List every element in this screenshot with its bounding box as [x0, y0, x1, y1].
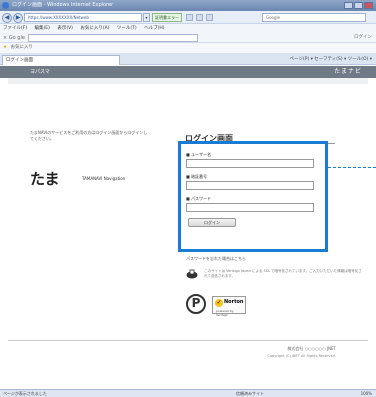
url-dropdown-button[interactable]: ▾: [143, 13, 150, 22]
menu-help[interactable]: ヘルプ(H): [144, 26, 164, 31]
ssl-lock-icon: [186, 269, 198, 279]
zoom-level[interactable]: 100%: [361, 390, 372, 397]
ssl-notice: このサイトは Verisign Japan による SSL で暗号化されています…: [204, 269, 362, 278]
intro-text: たまNAVIのサービスをご利用の方はログイン画面からログインしてください。: [30, 130, 148, 141]
norton-seal[interactable]: ✓ Norton powered by VeriSign: [212, 296, 246, 317]
window-titlebar: ログイン画面 - Windows Internet Explorer: [0, 0, 376, 11]
tab-bar: ログイン画面 ページ(P) ▾ セーフティ(S) ▾ ツール(O) ▾: [0, 53, 376, 65]
callout-dashed-line: [328, 167, 376, 168]
window-title: ログイン画面 - Windows Internet Explorer: [12, 2, 114, 8]
menu-view[interactable]: 表示(V): [57, 26, 73, 31]
favorites-bar: ★ お気に入り: [0, 43, 376, 53]
menu-tools[interactable]: ツール(T): [117, 26, 137, 31]
content-top-band: [8, 78, 368, 84]
password-label: ■ パスワード: [186, 196, 212, 201]
logo-brand-en: TAMANAVI Navigation: [82, 176, 126, 181]
security-zone: 信頼済みサイト: [236, 391, 264, 396]
login-button[interactable]: ログイン: [188, 218, 236, 227]
header-brand: たまナビ: [334, 68, 362, 75]
menu-favorites[interactable]: お気に入り(A): [80, 26, 109, 31]
pin-label: ■ 暗証番号: [186, 174, 208, 179]
refresh-icon[interactable]: [186, 14, 193, 21]
footer-company-text: 株式会社 ○○○○○○ JNET: [287, 346, 336, 351]
page-header: ヨパスマ たまナビ: [0, 66, 376, 78]
username-input[interactable]: [186, 159, 314, 168]
pin-input[interactable]: [186, 181, 314, 190]
password-input[interactable]: [186, 203, 314, 212]
footer-company: 株式会社 ○○○○○○ JNET: [287, 346, 336, 352]
tab-login[interactable]: ログイン画面: [2, 55, 120, 65]
page-content: たまNAVIのサービスをご利用の方はログイン画面からログインしてください。 たま…: [0, 78, 376, 378]
header-left-text: ヨパスマ: [30, 69, 50, 75]
intro-column: たまNAVIのサービスをご利用の方はログイン画面からログインしてください。 たま…: [30, 130, 150, 188]
menu-edit[interactable]: 編集(E): [35, 26, 50, 31]
norton-sub: powered by VeriSign: [216, 309, 234, 317]
status-bar: ページが表示されました 信頼済みサイト 100%: [0, 389, 376, 397]
menu-file[interactable]: ファイル(F): [3, 26, 27, 31]
url-input[interactable]: https://www.XXXXXXX/Netweb: [24, 13, 142, 22]
back-button[interactable]: ◀: [2, 13, 12, 23]
forgot-password-link[interactable]: パスワードを忘れた場合はこちら: [186, 256, 246, 262]
cert-error-badge[interactable]: 証明書エラー: [152, 13, 182, 22]
menu-bar: ファイル(F) 編集(E) 表示(V) お気に入り(A) ツール(T) ヘルプ(…: [0, 24, 376, 33]
google-toolbar-label: × Go gle: [3, 35, 25, 41]
address-bar: ◀ ▶ https://www.XXXXXXX/Netweb ▾ 証明書エラー …: [0, 11, 376, 24]
toolbar-login[interactable]: ログイン: [354, 33, 372, 43]
google-search-box[interactable]: [28, 34, 198, 42]
privacy-mark-icon: P: [186, 294, 206, 314]
footer-divider: [8, 340, 368, 341]
command-bar[interactable]: ページ(P) ▾ セーフティ(S) ▾ ツール(O) ▾: [290, 55, 372, 64]
live-search-icon: [206, 14, 213, 21]
minimize-button[interactable]: [344, 2, 353, 9]
search-input[interactable]: Google: [262, 13, 366, 22]
footer-copyright: Copyright (C) JNET All Rights Reserved.: [267, 354, 336, 358]
logo-mark: たま: [30, 170, 60, 188]
status-text: ページが表示されました: [3, 391, 47, 396]
stop-icon[interactable]: [196, 14, 203, 21]
forward-button[interactable]: ▶: [13, 13, 23, 23]
ie-logo-icon: [2, 2, 9, 9]
maximize-button[interactable]: [354, 2, 363, 9]
tamanavi-logo: たま TAMANAVI Navigation: [30, 168, 160, 188]
google-toolbar: × Go gle ログイン: [0, 33, 376, 43]
window-controls: [344, 2, 373, 9]
norton-check-icon: ✓: [215, 299, 223, 307]
close-button[interactable]: [364, 2, 373, 9]
username-label: ■ ユーザー名: [186, 152, 211, 157]
favorites-star-icon[interactable]: ★: [3, 45, 7, 50]
norton-name: Norton: [224, 299, 244, 305]
favorites-label[interactable]: お気に入り: [10, 45, 33, 50]
